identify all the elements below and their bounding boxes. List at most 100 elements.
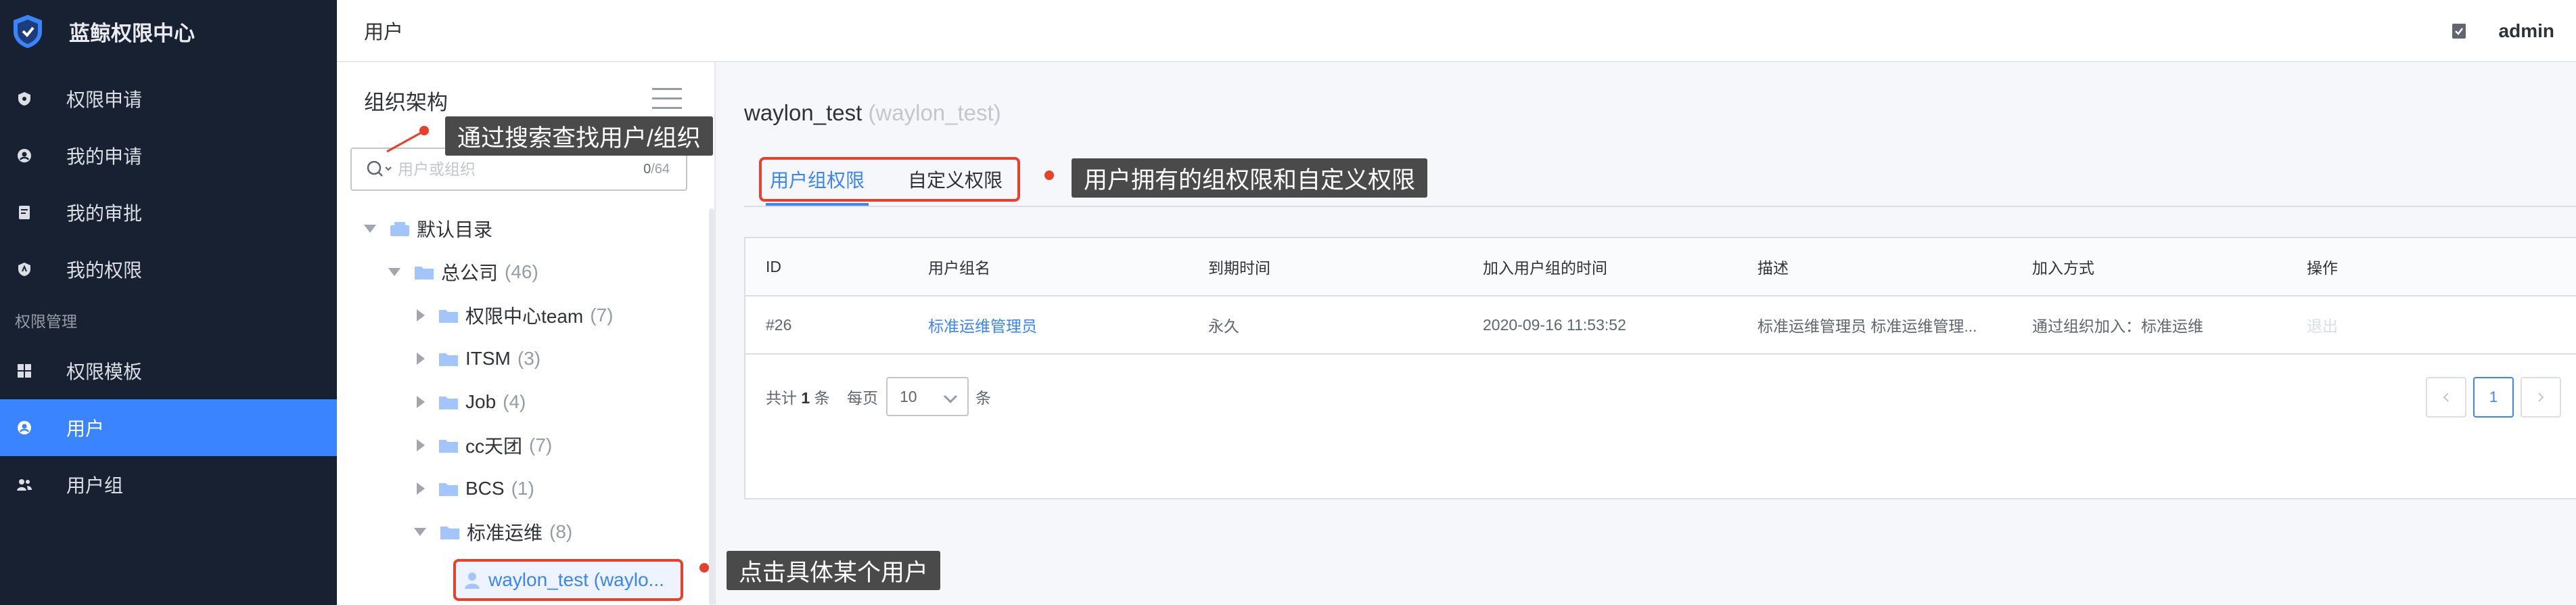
tree-scrollbar[interactable] [709, 208, 714, 605]
nav-item-user[interactable]: 用户 [0, 399, 337, 456]
cell-join-method: 通过组织加入：标准运维 [2032, 317, 2203, 335]
page-title: 用户 [364, 22, 404, 43]
nav-item-template[interactable]: 权限模板 [0, 342, 337, 399]
folder-icon [440, 526, 459, 539]
caret-right-icon[interactable] [417, 353, 425, 365]
annotation-search-tip: 通过搜索查找用户/组织 [445, 116, 713, 156]
col-group-name: 用户组名 [928, 259, 990, 277]
user-menu[interactable]: admin [2450, 0, 2554, 62]
my-apply-icon [16, 148, 32, 164]
nav-label: 我的权限 [66, 260, 143, 281]
tab-divider [744, 206, 2576, 207]
col-desc: 描述 [1757, 259, 1789, 277]
folder-icon [439, 440, 458, 453]
group-table: ID 用户组名 到期时间 加入用户组的时间 描述 加入方式 操作 #26 标准运… [744, 237, 2576, 499]
group-name-link[interactable]: 标准运维管理员 [928, 313, 1037, 336]
tree-node-itsm[interactable]: ITSM (3) [417, 338, 540, 379]
tree-node-cc[interactable]: cc天团 (7) [417, 425, 552, 466]
annotation-dot [1044, 171, 1054, 180]
caret-right-icon[interactable] [417, 439, 425, 451]
col-action: 操作 [2307, 259, 2338, 277]
folder-icon [415, 267, 434, 279]
table-header: ID 用户组名 到期时间 加入用户组的时间 描述 加入方式 操作 [745, 238, 2576, 296]
annotation-user-tip: 点击具体某个用户 [727, 551, 941, 590]
my-approval-icon [16, 204, 32, 221]
caret-right-icon[interactable] [417, 309, 425, 321]
nav-item-user-group[interactable]: 用户组 [0, 456, 337, 513]
pagination: 共计 1 条 每页 10 条 1 [745, 355, 2576, 439]
annotation-tabs-tip: 用户拥有的组权限和自定义权限 [1072, 158, 1428, 198]
sidebar: 蓝鲸权限中心 权限申请 我的申请 我的审批 我的权限 权限管理 权限模板 用户 … [0, 0, 337, 605]
chevron-left-icon [2443, 393, 2449, 402]
next-page-button[interactable] [2521, 377, 2561, 418]
document-icon[interactable] [2450, 22, 2468, 40]
org-title: 组织架构 [364, 91, 448, 114]
person-icon [465, 573, 480, 589]
search-char-count: 0/64 [643, 161, 670, 177]
tree-node-team[interactable]: 权限中心team (7) [417, 295, 613, 336]
search-input[interactable] [398, 160, 644, 179]
nav-label: 权限模板 [66, 361, 143, 382]
caret-down-icon[interactable] [414, 528, 426, 536]
nav-item-my-approval[interactable]: 我的审批 [0, 184, 337, 241]
page-button-current[interactable]: 1 [2473, 377, 2514, 418]
permission-apply-icon [16, 91, 32, 107]
folder-icon [439, 483, 458, 496]
cell-id: #26 [766, 315, 792, 334]
menu-icon[interactable] [652, 88, 682, 111]
caret-down-icon[interactable] [388, 268, 400, 276]
tree-node-job[interactable]: Job (4) [417, 382, 526, 422]
nav-label: 用户 [66, 418, 105, 439]
app-title: 蓝鲸权限中心 [69, 21, 195, 45]
tree-node-ops[interactable]: 标准运维 (8) [414, 512, 572, 552]
annotation-dot [419, 126, 429, 135]
shield-logo-icon [14, 15, 42, 48]
nav-section-title: 权限管理 [15, 313, 77, 330]
col-expire: 到期时间 [1208, 259, 1270, 277]
exit-button[interactable]: 退出 [2307, 313, 2338, 336]
tab-custom-permission[interactable]: 自定义权限 [900, 160, 1011, 199]
caret-right-icon[interactable] [417, 396, 425, 408]
tree-user-selected[interactable]: waylon_test (waylo... [453, 559, 683, 601]
cell-expire: 永久 [1208, 317, 1239, 335]
top-header: 用户 admin [337, 0, 2576, 62]
folder-icon [439, 353, 458, 366]
directory-icon [390, 222, 409, 236]
cell-join-time: 2020-09-16 11:53:52 [1483, 315, 1626, 334]
per-page-label: 每页 [847, 389, 878, 407]
cell-desc: 标准运维管理员 标准运维管理... [1757, 317, 1977, 335]
user-icon [16, 420, 32, 436]
username[interactable]: admin [2499, 20, 2554, 42]
total-count: 共计 1 条 [766, 389, 830, 407]
tree-node-bcs[interactable]: BCS (1) [417, 468, 534, 509]
folder-icon [439, 397, 458, 409]
folder-icon [439, 310, 458, 323]
tab-group-permission[interactable]: 用户组权限 [762, 160, 873, 206]
user-title: waylon_test (waylon_test) [744, 100, 1001, 125]
nav-item-permission-apply[interactable]: 权限申请 [0, 70, 337, 127]
nav-label: 我的申请 [66, 146, 143, 167]
tree-node-company[interactable]: 总公司 (46) [388, 252, 538, 292]
brand[interactable]: 蓝鲸权限中心 [0, 0, 337, 62]
template-icon [16, 363, 32, 379]
permission-tabs: 用户组权限 自定义权限 [759, 157, 1020, 206]
prev-page-button[interactable] [2426, 377, 2466, 418]
nav-label: 我的审批 [66, 203, 143, 224]
caret-down-icon[interactable] [364, 225, 376, 233]
col-join-time: 加入用户组的时间 [1483, 259, 1607, 277]
nav-label: 权限申请 [66, 89, 143, 110]
nav-item-my-permission[interactable]: 我的权限 [0, 241, 337, 298]
tree-node-root[interactable]: 默认目录 [364, 208, 492, 249]
col-join-method: 加入方式 [2032, 259, 2094, 277]
table-row: #26 标准运维管理员 永久 2020-09-16 11:53:52 标准运维管… [745, 296, 2576, 355]
per-page-unit: 条 [975, 389, 991, 407]
my-permission-icon [16, 261, 32, 277]
user-group-icon [16, 476, 32, 493]
main-content: waylon_test (waylon_test) 用户组权限 自定义权限 ID… [717, 62, 2576, 605]
per-page-select[interactable]: 10 [886, 377, 969, 416]
nav-label: 用户组 [66, 475, 124, 496]
chevron-down-icon [944, 390, 957, 403]
nav-item-my-apply[interactable]: 我的申请 [0, 127, 337, 184]
caret-right-icon[interactable] [417, 483, 425, 495]
col-id: ID [766, 257, 781, 275]
